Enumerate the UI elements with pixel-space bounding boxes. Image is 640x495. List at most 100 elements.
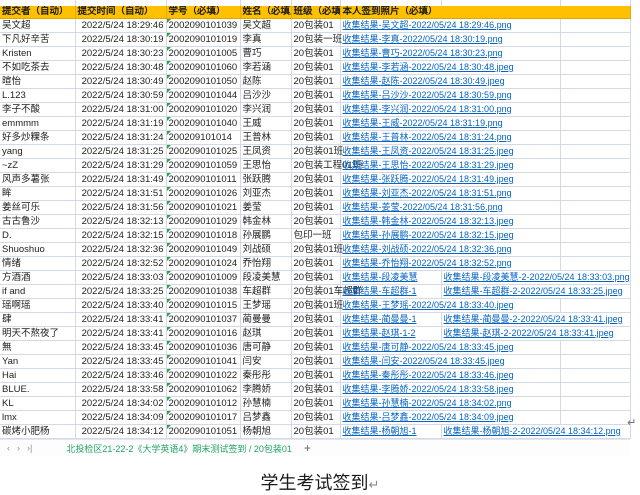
cell-submit-time[interactable]: 2022/5/24 18:29:46 bbox=[75, 19, 166, 33]
cell-student-id[interactable]: 2002090101039 bbox=[166, 19, 240, 33]
cell-submit-time[interactable]: 2022/5/24 18:34:12 bbox=[75, 425, 166, 439]
cell-student-id[interactable]: 2002090101036 bbox=[166, 341, 240, 355]
cell-class[interactable]: 20包装工程01班 bbox=[291, 159, 340, 173]
cell-photo-2[interactable]: 收集结果-车超群-2-2022/05/24 18:33:25.jpeg bbox=[441, 285, 630, 299]
cell-submitter[interactable]: L.123 bbox=[0, 89, 75, 103]
cell-name[interactable]: 吕沙沙 bbox=[240, 89, 291, 103]
empty-cell[interactable] bbox=[560, 397, 630, 411]
photo-link[interactable]: 收集结果-姜莹-2022/05/24 18:31:56.png bbox=[343, 202, 503, 212]
cell-class[interactable]: 20包装01 bbox=[291, 103, 340, 117]
empty-cell[interactable] bbox=[560, 89, 630, 103]
sheet-nav-last-icon[interactable]: ›| bbox=[27, 443, 32, 453]
cell-submitter[interactable]: 古古鲁沙 bbox=[0, 215, 75, 229]
photo-link[interactable]: 收集结果-孙慧楠-2022/05/24 18:34:02.png bbox=[343, 398, 512, 408]
cell-submitter[interactable]: 好多炒粿条 bbox=[0, 131, 75, 145]
cell-class[interactable]: 20包装01 bbox=[291, 131, 340, 145]
cell-student-id[interactable]: 2002090101062 bbox=[166, 383, 240, 397]
photo-link[interactable]: 收集结果-杨朝旭-1 bbox=[343, 426, 417, 436]
cell-submitter[interactable]: 姜丝可乐 bbox=[0, 201, 75, 215]
photo-link[interactable]: 收集结果-王凤资-2022/05/24 18:31:25.jpeg bbox=[343, 146, 514, 156]
cell-student-id[interactable]: 2002090101009 bbox=[166, 271, 240, 285]
column-header[interactable]: 本人签到照片（必填） bbox=[340, 6, 630, 19]
cell-name[interactable]: 秦彤彤 bbox=[240, 369, 291, 383]
cell-photo[interactable]: 收集结果-张跃腾-2022/05/24 18:31:49.jpeg bbox=[340, 173, 560, 187]
cell-photo-2[interactable]: 收集结果-蔺曼曼-2-2022/05/24 18:33:41.jpeg bbox=[441, 313, 630, 327]
cell-photo[interactable]: 收集结果-吴文超-2022/05/24 18:29:46.png bbox=[340, 19, 560, 33]
cell-submit-time[interactable]: 2022/5/24 18:34:09 bbox=[75, 411, 166, 425]
cell-class[interactable]: 20包装一班 bbox=[291, 33, 340, 47]
cell-student-id[interactable]: 2002090101041 bbox=[166, 355, 240, 369]
cell-photo[interactable]: 收集结果-刘亚杰-2022/05/24 18:31:51.png bbox=[340, 187, 560, 201]
empty-cell[interactable] bbox=[560, 145, 630, 159]
photo-link[interactable]: 收集结果-杨朝旭-2-2022/05/24 18:34:12.png bbox=[444, 426, 621, 436]
cell-submitter[interactable]: emmmm bbox=[0, 117, 75, 131]
cell-photo[interactable]: 收集结果-乔怡翔-2022/05/24 18:32:52.png bbox=[340, 257, 560, 271]
cell-submit-time[interactable]: 2022/5/24 18:33:41 bbox=[75, 327, 166, 341]
photo-link[interactable]: 收集结果-乔怡翔-2022/05/24 18:32:52.png bbox=[343, 258, 512, 268]
photo-link[interactable]: 收集结果-刘战硕-2022/05/24 18:32:36.png bbox=[343, 244, 512, 254]
cell-submitter[interactable]: 吴文超 bbox=[0, 19, 75, 33]
cell-student-id[interactable]: 2002090101015 bbox=[166, 299, 240, 313]
cell-name[interactable]: 赵琪 bbox=[240, 327, 291, 341]
cell-submitter[interactable]: ~zZ bbox=[0, 159, 75, 173]
cell-name[interactable]: 孙展鹏 bbox=[240, 229, 291, 243]
cell-submitter[interactable]: 肆 bbox=[0, 313, 75, 327]
photo-link[interactable]: 收集结果-闫安-2022/05/24 18:33:45.jpeg bbox=[343, 356, 505, 366]
cell-name[interactable]: 姜莹 bbox=[240, 201, 291, 215]
photo-link[interactable]: 收集结果-秦彤彤-2022/05/24 18:33:46.jpeg bbox=[343, 370, 514, 380]
photo-link[interactable]: 收集结果-赵琪-2-2022/05/24 18:33:41.jpeg bbox=[444, 328, 614, 338]
cell-submitter[interactable]: 情绪 bbox=[0, 257, 75, 271]
cell-class[interactable]: 20包装01 bbox=[291, 397, 340, 411]
cell-submitter[interactable]: KL bbox=[0, 397, 75, 411]
photo-link[interactable]: 收集结果-段凌美慧-2-2022/05/24 18:33:03.png bbox=[444, 272, 630, 282]
sheet-tab-label[interactable]: 北投检区21-22-2《大学英语4》期末测试签到 / 20包装01 bbox=[66, 442, 292, 455]
cell-class[interactable]: 20包装01 bbox=[291, 61, 340, 75]
empty-cell[interactable] bbox=[560, 201, 630, 215]
cell-class[interactable]: 20包装01 bbox=[291, 355, 340, 369]
cell-submitter[interactable]: 無 bbox=[0, 341, 75, 355]
cell-photo[interactable]: 收集结果-秦彤彤-2022/05/24 18:33:46.jpeg bbox=[340, 369, 560, 383]
cell-photo[interactable]: 收集结果-李真-2022/05/24 18:30:19.png bbox=[340, 33, 560, 47]
cell-submit-time[interactable]: 2022/5/24 18:33:45 bbox=[75, 355, 166, 369]
sheet-nav-first-icon[interactable]: ‹ bbox=[7, 443, 10, 453]
cell-submit-time[interactable]: 2022/5/24 18:33:25 bbox=[75, 285, 166, 299]
cell-submit-time[interactable]: 2022/5/24 18:32:15 bbox=[75, 229, 166, 243]
cell-submit-time[interactable]: 2022/5/24 18:30:49 bbox=[75, 75, 166, 89]
column-header[interactable]: 学号（必填） bbox=[166, 6, 240, 19]
cell-class[interactable]: 20包装01 bbox=[291, 215, 340, 229]
cell-name[interactable]: 吕梦鑫 bbox=[240, 411, 291, 425]
cell-submitter[interactable]: 暄怡 bbox=[0, 75, 75, 89]
cell-class[interactable]: 20包装01 bbox=[291, 257, 340, 271]
empty-cell[interactable] bbox=[560, 299, 630, 313]
empty-cell[interactable] bbox=[560, 75, 630, 89]
cell-submitter[interactable]: Yan bbox=[0, 355, 75, 369]
cell-class[interactable]: 20包装01班 bbox=[291, 299, 340, 313]
cell-photo[interactable]: 收集结果-王凤资-2022/05/24 18:31:25.jpeg bbox=[340, 145, 560, 159]
photo-link[interactable]: 收集结果-赵陈-2022/05/24 18:30:49.jpeg bbox=[343, 76, 505, 86]
cell-student-id[interactable]: 2002090101029 bbox=[166, 215, 240, 229]
cell-photo-2[interactable]: 收集结果-赵琪-2-2022/05/24 18:33:41.jpeg bbox=[441, 327, 630, 341]
cell-name[interactable]: 张跃腾 bbox=[240, 173, 291, 187]
cell-name[interactable]: 王普林 bbox=[240, 131, 291, 145]
cell-name[interactable]: 杨朝旭 bbox=[240, 425, 291, 439]
cell-name[interactable]: 李真 bbox=[240, 33, 291, 47]
cell-student-id[interactable]: 2002090101011 bbox=[166, 173, 240, 187]
cell-name[interactable]: 刘亚杰 bbox=[240, 187, 291, 201]
cell-student-id[interactable]: 2002090101012 bbox=[166, 397, 240, 411]
cell-photo[interactable]: 收集结果-王威-2022/05/24 18:31:19.png bbox=[340, 117, 560, 131]
cell-submitter[interactable]: D. bbox=[0, 229, 75, 243]
photo-link[interactable]: 收集结果-吴文超-2022/05/24 18:29:46.png bbox=[343, 20, 512, 30]
empty-cell[interactable] bbox=[560, 243, 630, 257]
cell-name[interactable]: 唐可静 bbox=[240, 341, 291, 355]
cell-photo[interactable]: 收集结果-吕沙沙-2022/05/24 18:30:59.png bbox=[340, 89, 560, 103]
cell-submitter[interactable]: Kristen bbox=[0, 47, 75, 61]
cell-name[interactable]: 李腾娇 bbox=[240, 383, 291, 397]
cell-student-id[interactable]: 2002090101021 bbox=[166, 201, 240, 215]
cell-photo[interactable]: 收集结果-刘战硕-2022/05/24 18:32:36.png bbox=[340, 243, 560, 257]
cell-name[interactable]: 王威 bbox=[240, 117, 291, 131]
cell-name[interactable]: 乔怡翔 bbox=[240, 257, 291, 271]
cell-photo[interactable]: 收集结果-王梦瑶-2022/05/24 18:33:40.jpeg bbox=[340, 299, 560, 313]
cell-name[interactable]: 段凌美慧 bbox=[240, 271, 291, 285]
cell-photo[interactable]: 收集结果-韩金林-2022/05/24 18:32:13.jpeg bbox=[340, 215, 560, 229]
photo-link[interactable]: 收集结果-曹巧-2022/05/24 18:30:23.png bbox=[343, 48, 503, 58]
